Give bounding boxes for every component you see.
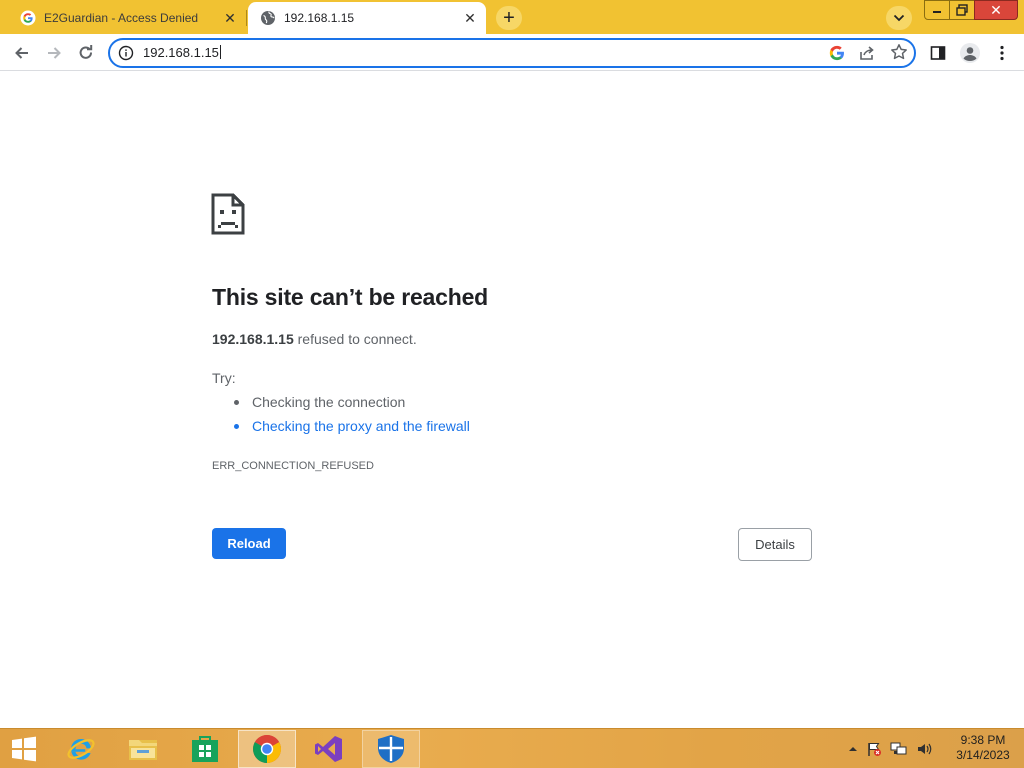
details-button[interactable]: Details [738, 528, 812, 561]
tab-e2guardian[interactable]: E2Guardian - Access Denied ✕ [8, 2, 246, 34]
taskbar-store[interactable] [176, 730, 234, 768]
system-tray [848, 737, 948, 761]
tab-strip: E2Guardian - Access Denied ✕ 192.168.1.1… [0, 0, 1024, 34]
internet-explorer-icon [67, 739, 95, 760]
info-icon[interactable] [118, 45, 134, 61]
action-center-flag-icon[interactable] [866, 741, 882, 757]
menu-button[interactable] [988, 39, 1016, 67]
taskbar-defender[interactable] [362, 730, 420, 768]
file-explorer-icon [129, 740, 157, 760]
close-tab-button[interactable]: ✕ [220, 8, 240, 28]
url-text[interactable]: 192.168.1.15 [143, 45, 221, 60]
chevron-down-icon [893, 14, 905, 22]
visual-studio-icon [315, 736, 342, 762]
start-button[interactable] [0, 730, 48, 768]
store-icon [192, 736, 218, 762]
globe-icon [261, 11, 275, 25]
share-icon[interactable] [858, 44, 876, 62]
error-code: ERR_CONNECTION_REFUSED [212, 460, 374, 472]
tab-title: 192.168.1.15 [284, 11, 355, 25]
suggestion-list: Checking the connection Checking the pro… [232, 393, 470, 441]
restore-window-button[interactable] [949, 0, 975, 20]
taskbar-visual-studio[interactable] [300, 730, 358, 768]
profile-button[interactable] [956, 39, 984, 67]
minimize-window-button[interactable] [924, 0, 950, 20]
taskbar-clock[interactable]: 9:38 PM 3/14/2023 [948, 733, 1018, 763]
more-vert-icon [1000, 45, 1004, 61]
close-icon: ✕ [990, 1, 1002, 18]
error-title: This site can’t be reached [212, 284, 489, 310]
google-lens-icon[interactable] [828, 44, 846, 62]
arrow-right-icon [48, 47, 61, 59]
reload-button[interactable] [72, 39, 100, 67]
error-page: This site can’t be reached 192.168.1.15 … [0, 72, 1024, 728]
chrome-icon [253, 735, 281, 763]
arrow-left-icon [15, 47, 28, 59]
taskbar-file-explorer[interactable] [114, 730, 172, 768]
reload-page-button[interactable]: Reload [212, 528, 286, 559]
close-window-button[interactable]: ✕ [974, 0, 1018, 20]
chevron-up-icon[interactable] [848, 745, 858, 753]
start-icon [12, 736, 36, 762]
side-panel-icon [930, 46, 946, 60]
tab-search-button[interactable] [886, 6, 912, 30]
text-caret [219, 45, 221, 59]
error-reason: refused to connect. [297, 331, 417, 347]
error-host: 192.168.1.15 [212, 331, 294, 347]
taskbar: 9:38 PM 3/14/2023 [0, 728, 1024, 768]
side-panel-button[interactable] [924, 39, 952, 67]
taskbar-chrome[interactable] [238, 730, 296, 768]
volume-icon[interactable] [916, 741, 932, 757]
avatar-icon [960, 43, 980, 63]
suggestion-check-connection: Checking the connection [232, 393, 470, 417]
star-icon[interactable] [890, 43, 908, 61]
suggestion-check-proxy-firewall-link[interactable]: Checking the proxy and the firewall [232, 417, 470, 441]
sad-document-icon [211, 193, 245, 235]
minimize-icon [933, 11, 941, 13]
forward-button[interactable] [40, 39, 68, 67]
defender-icon [378, 735, 404, 763]
new-tab-button[interactable]: + [496, 6, 522, 30]
back-button[interactable] [8, 39, 36, 67]
clock-date: 3/14/2023 [956, 748, 1010, 762]
tab-title: E2Guardian - Access Denied [44, 11, 199, 25]
google-g-icon [20, 10, 36, 26]
browser-toolbar: 192.168.1.15 [0, 34, 1024, 71]
restore-icon [956, 4, 968, 16]
try-label: Try: [212, 370, 236, 386]
taskbar-internet-explorer[interactable] [52, 730, 110, 768]
network-icon[interactable] [890, 741, 908, 757]
address-bar[interactable]: 192.168.1.15 [108, 38, 916, 68]
tab-192-168-1-15[interactable]: 192.168.1.15 ✕ [248, 2, 486, 34]
close-tab-button[interactable]: ✕ [460, 8, 480, 28]
error-message: 192.168.1.15 refused to connect. [212, 331, 417, 347]
clock-time: 9:38 PM [960, 733, 1006, 747]
reload-icon [79, 45, 93, 59]
tab-separator [246, 10, 247, 26]
